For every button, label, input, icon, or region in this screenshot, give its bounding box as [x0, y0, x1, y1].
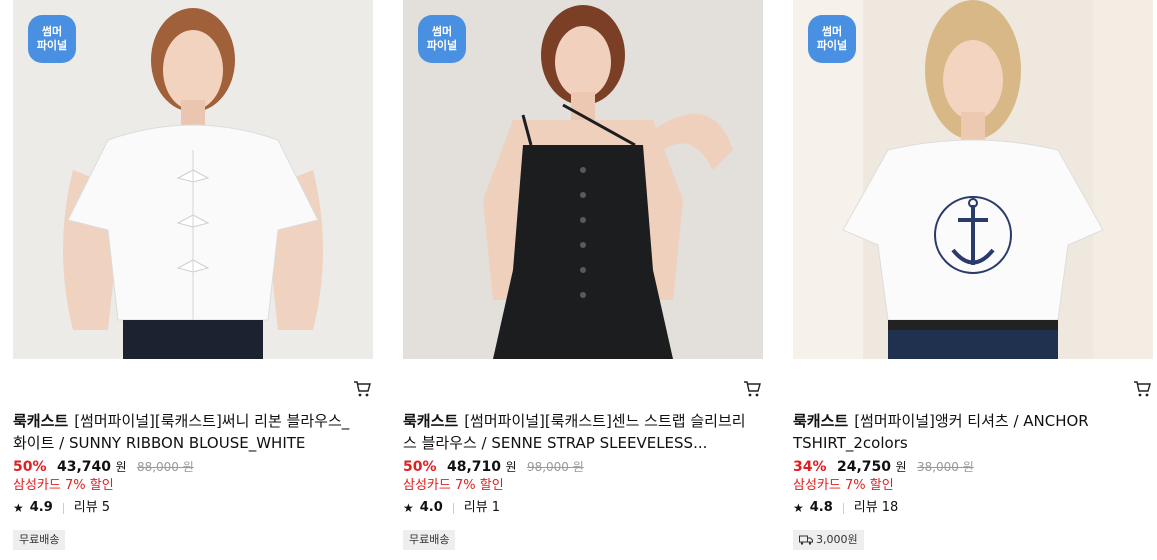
discount-rate: 50%: [403, 459, 437, 475]
original-price: 38,000 원: [916, 460, 974, 474]
price-row: 50% 43,740 원 88,000 원: [13, 457, 194, 477]
shipping-tag: 무료배송: [13, 530, 66, 550]
badge-line-1: 썸머: [431, 25, 453, 38]
cart-icon[interactable]: [353, 380, 373, 400]
badge-line-1: 썸머: [41, 25, 63, 38]
sale-price: 43,740: [56, 459, 111, 475]
badge-line-1: 썸머: [821, 25, 843, 38]
brand-name[interactable]: 룩캐스트: [13, 412, 68, 430]
reviews-label: 리뷰: [853, 500, 878, 515]
card-discount-promo: 삼성카드 7% 할인: [793, 478, 894, 493]
price-row: 50% 48,710 원 98,000 원: [403, 457, 584, 477]
summer-final-badge: 썸머 파이널: [418, 15, 466, 63]
divider: [62, 502, 64, 514]
original-price: 98,000 원: [526, 460, 584, 474]
star-icon: ★: [793, 501, 804, 515]
reviews-count: 18: [881, 500, 899, 515]
product-title[interactable]: 룩캐스트 [썸머파이널][룩캐스트]써니 리본 블라우스_화이트 / SUNNY …: [13, 410, 363, 454]
rating-value: 4.9: [29, 500, 53, 515]
card-discount-promo: 삼성카드 7% 할인: [403, 478, 504, 493]
original-price: 88,000 원: [136, 460, 194, 474]
currency-unit: 원: [895, 460, 907, 474]
truck-icon: [799, 535, 813, 545]
shipping-label: 3,000원: [816, 533, 858, 546]
product-image[interactable]: 썸머 파이널: [13, 0, 373, 359]
shipping-tag: 무료배송: [403, 530, 456, 550]
reviews-label: 리뷰: [463, 500, 488, 515]
badge-line-2: 파이널: [816, 39, 848, 52]
badge-line-2: 파이널: [36, 39, 68, 52]
card-discount-promo: 삼성카드 7% 할인: [13, 478, 114, 493]
reviews-count: 5: [101, 500, 110, 515]
rating-row: ★ 4.8 리뷰 18: [793, 499, 898, 517]
brand-name[interactable]: 룩캐스트: [403, 412, 458, 430]
reviews-label: 리뷰: [73, 500, 98, 515]
product-image[interactable]: 썸머 파이널: [793, 0, 1153, 359]
divider: [452, 502, 454, 514]
reviews-count: 1: [491, 500, 500, 515]
product-title[interactable]: 룩캐스트 [썸머파이널]앵커 티셔츠 / ANCHOR TSHIRT_2color…: [793, 410, 1143, 454]
shipping-label: 무료배송: [19, 533, 60, 546]
badge-line-2: 파이널: [426, 39, 458, 52]
sale-price: 48,710: [446, 459, 501, 475]
product-grid: 썸머 파이널 룩캐스트 [썸머파이널][룩캐스트]써니 리본 블라우스_화이트 /…: [0, 0, 1157, 560]
currency-unit: 원: [505, 460, 517, 474]
shipping-tag: 3,000원: [793, 530, 864, 550]
shipping-label: 무료배송: [409, 533, 450, 546]
rating-value: 4.0: [419, 500, 443, 515]
rating-row: ★ 4.9 리뷰 5: [13, 499, 110, 517]
product-title[interactable]: 룩캐스트 [썸머파이널][룩캐스트]센느 스트랩 슬리브리스 블라우스 / SEN…: [403, 410, 753, 454]
brand-name[interactable]: 룩캐스트: [793, 412, 848, 430]
star-icon: ★: [13, 501, 24, 515]
rating-row: ★ 4.0 리뷰 1: [403, 499, 500, 517]
divider: [842, 502, 844, 514]
product-card[interactable]: 썸머 파이널 룩캐스트 [썸머파이널][룩캐스트]센느 스트랩 슬리브리스 블라우…: [403, 0, 763, 560]
star-icon: ★: [403, 501, 414, 515]
price-row: 34% 24,750 원 38,000 원: [793, 457, 974, 477]
rating-value: 4.8: [809, 500, 833, 515]
product-card[interactable]: 썸머 파이널 룩캐스트 [썸머파이널][룩캐스트]써니 리본 블라우스_화이트 /…: [13, 0, 373, 560]
summer-final-badge: 썸머 파이널: [28, 15, 76, 63]
cart-icon[interactable]: [1133, 380, 1153, 400]
sale-price: 24,750: [836, 459, 891, 475]
discount-rate: 34%: [793, 459, 827, 475]
currency-unit: 원: [115, 460, 127, 474]
product-image[interactable]: 썸머 파이널: [403, 0, 763, 359]
discount-rate: 50%: [13, 459, 47, 475]
product-card[interactable]: 썸머 파이널 룩캐스트 [썸머파이널]앵커 티셔츠 / ANCHOR TSHIRT…: [793, 0, 1153, 560]
summer-final-badge: 썸머 파이널: [808, 15, 856, 63]
cart-icon[interactable]: [743, 380, 763, 400]
